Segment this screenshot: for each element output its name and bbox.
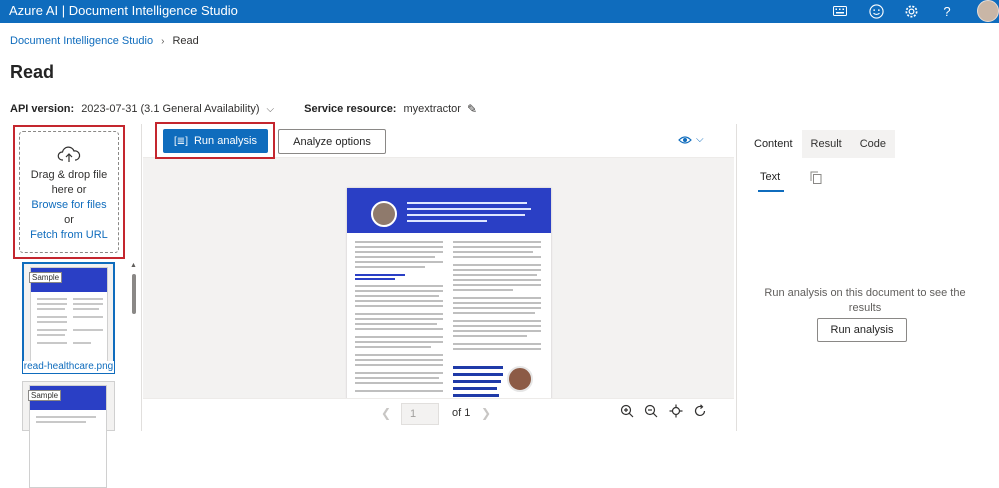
chevron-right-icon: › — [161, 35, 165, 47]
chevron-down-icon[interactable]: ⌵ — [696, 134, 704, 145]
run-analysis-highlight: [≣] Run analysis — [155, 122, 275, 159]
copy-icon[interactable] — [810, 171, 822, 187]
sample-file-name[interactable]: read-healthcare.png — [22, 361, 115, 374]
settings-gear-icon[interactable] — [902, 2, 920, 20]
drag-drop-text-2: here or — [51, 184, 87, 196]
page-number-input[interactable]: 1 — [401, 403, 439, 425]
subtab-text[interactable]: Text — [760, 171, 780, 183]
sample-thumbnail-2[interactable]: Sample — [22, 381, 115, 488]
document-quote-photo — [507, 366, 533, 392]
scroll-up-icon[interactable]: ▲ — [130, 262, 137, 269]
drag-drop-text: Drag & drop file — [30, 169, 108, 181]
rotate-icon[interactable] — [692, 404, 708, 422]
service-resource-label: Service resource: — [304, 103, 397, 115]
breadcrumb-root-link[interactable]: Document Intelligence Studio — [10, 35, 153, 47]
scan-icon: [≣] — [174, 135, 188, 147]
chevron-down-icon[interactable]: ⌵ — [267, 104, 275, 115]
subtab-underline — [758, 190, 784, 192]
tab-code[interactable]: Code — [851, 130, 895, 158]
keyboard-icon[interactable] — [831, 2, 849, 20]
results-tabs: Content Result Code — [745, 130, 896, 158]
sample-thumbnail-1[interactable]: Sample — [22, 262, 115, 374]
sample-badge: Sample — [28, 390, 62, 401]
edit-pencil-icon[interactable]: ✎ — [467, 102, 477, 116]
breadcrumb: Document Intelligence Studio › Read — [10, 35, 199, 47]
zoom-in-icon[interactable] — [619, 404, 635, 422]
next-page-icon[interactable]: ❯ — [481, 406, 491, 420]
tab-content[interactable]: Content — [745, 130, 802, 158]
app-title: Azure AI | Document Intelligence Studio — [9, 3, 238, 18]
empty-results-message: Run analysis on this document to see the… — [764, 287, 966, 314]
document-photo — [371, 201, 397, 227]
drop-zone[interactable]: Drag & drop file here or Browse for file… — [19, 131, 119, 253]
run-analysis-button[interactable]: [≣] Run analysis — [163, 129, 268, 153]
browse-files-link[interactable]: Browse for files — [20, 198, 118, 213]
run-analysis-secondary-button[interactable]: Run analysis — [817, 318, 907, 342]
page-navigator: ❮ 1 of 1 ❯ — [143, 398, 734, 431]
api-version-label: API version: — [10, 103, 75, 115]
api-version-value[interactable]: 2023-07-31 (3.1 General Availability) — [81, 103, 259, 115]
eye-icon[interactable] — [678, 134, 692, 148]
avatar[interactable] — [977, 0, 999, 22]
fetch-url-link[interactable]: Fetch from URL — [20, 228, 118, 243]
service-resource-value: myextractor — [403, 103, 461, 115]
scroll-thumb[interactable] — [132, 274, 136, 314]
page-title: Read — [10, 62, 55, 82]
or-text: or — [64, 214, 74, 226]
run-analysis-label: Run analysis — [193, 135, 257, 147]
document-header-band — [347, 188, 551, 233]
fit-page-icon[interactable] — [668, 404, 684, 422]
previous-page-icon[interactable]: ❮ — [381, 406, 391, 420]
config-row: API version: 2023-07-31 (3.1 General Ava… — [10, 102, 477, 116]
zoom-out-icon[interactable] — [643, 404, 659, 422]
thumbnail-scrollbar[interactable]: ▲ — [130, 262, 137, 431]
page-count: of 1 — [452, 407, 471, 419]
analyze-options-button[interactable]: Analyze options — [278, 129, 386, 154]
upload-highlight: Drag & drop file here or Browse for file… — [13, 125, 125, 259]
sample-badge: Sample — [29, 272, 63, 283]
feedback-smile-icon[interactable] — [867, 2, 885, 20]
cloud-upload-icon — [20, 146, 118, 168]
help-icon[interactable]: ? — [938, 2, 956, 20]
breadcrumb-current: Read — [172, 35, 199, 47]
tab-result[interactable]: Result — [802, 130, 851, 158]
top-bar: Azure AI | Document Intelligence Studio … — [0, 0, 999, 23]
document-page — [347, 188, 551, 400]
